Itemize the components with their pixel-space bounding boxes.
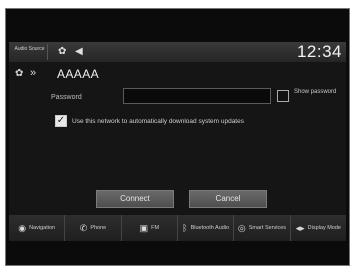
nav-label: Display Mode [307,224,341,231]
bottom-nav-bar: ◉ Navigation ✆ Phone ▣ FM ᛒ Bluetooth Au… [9,215,346,241]
show-password-checkbox[interactable] [277,90,289,102]
smart-services-icon: ◎ [237,223,246,233]
auto-update-label: Use this network to automatically downlo… [72,118,244,125]
settings-gear-icon[interactable]: ✿ [58,46,66,58]
nav-label: Phone [90,224,107,231]
speaker-icon[interactable]: ◀ [75,46,83,58]
nav-navigation[interactable]: ◉ Navigation [9,215,66,241]
cancel-button[interactable]: Cancel [189,190,267,208]
nav-label: Smart Services [248,224,287,231]
nav-label: Navigation [29,224,56,231]
display-mode-icon: ◂▸ [295,223,305,233]
navigation-icon: ◉ [18,223,27,233]
infotainment-screen: Audio Source ✿ ◀ 12:34 ✿ » AAAAA Passwor… [9,42,346,241]
nav-phone[interactable]: ✆ Phone [65,215,122,241]
password-label: Password [51,94,82,101]
nav-bluetooth-audio[interactable]: ᛒ Bluetooth Audio [178,215,235,241]
radio-icon: ▣ [139,223,149,233]
auto-update-checkbox[interactable]: ✓ [55,115,67,127]
network-name: AAAAA [57,67,100,81]
password-field[interactable] [123,88,271,104]
nav-fm[interactable]: ▣ FM [122,215,178,241]
connect-button[interactable]: Connect [96,190,174,208]
gear-icon: ✿ [15,68,24,79]
nav-label: Bluetooth Audio [190,224,230,231]
nav-smart-services[interactable]: ◎ Smart Services [234,215,291,241]
status-bar: Audio Source ✿ ◀ 12:34 [9,42,346,62]
audio-source-button[interactable]: Audio Source [12,44,48,60]
show-password-label: Show password [294,89,337,95]
nav-display-mode[interactable]: ◂▸ Display Mode [291,215,346,241]
wifi-signal-icon: » [30,67,37,79]
clock: 12:34 [296,42,342,61]
nav-label: FM [151,224,160,231]
bluetooth-icon: ᛒ [182,223,188,233]
phone-icon: ✆ [79,223,88,233]
